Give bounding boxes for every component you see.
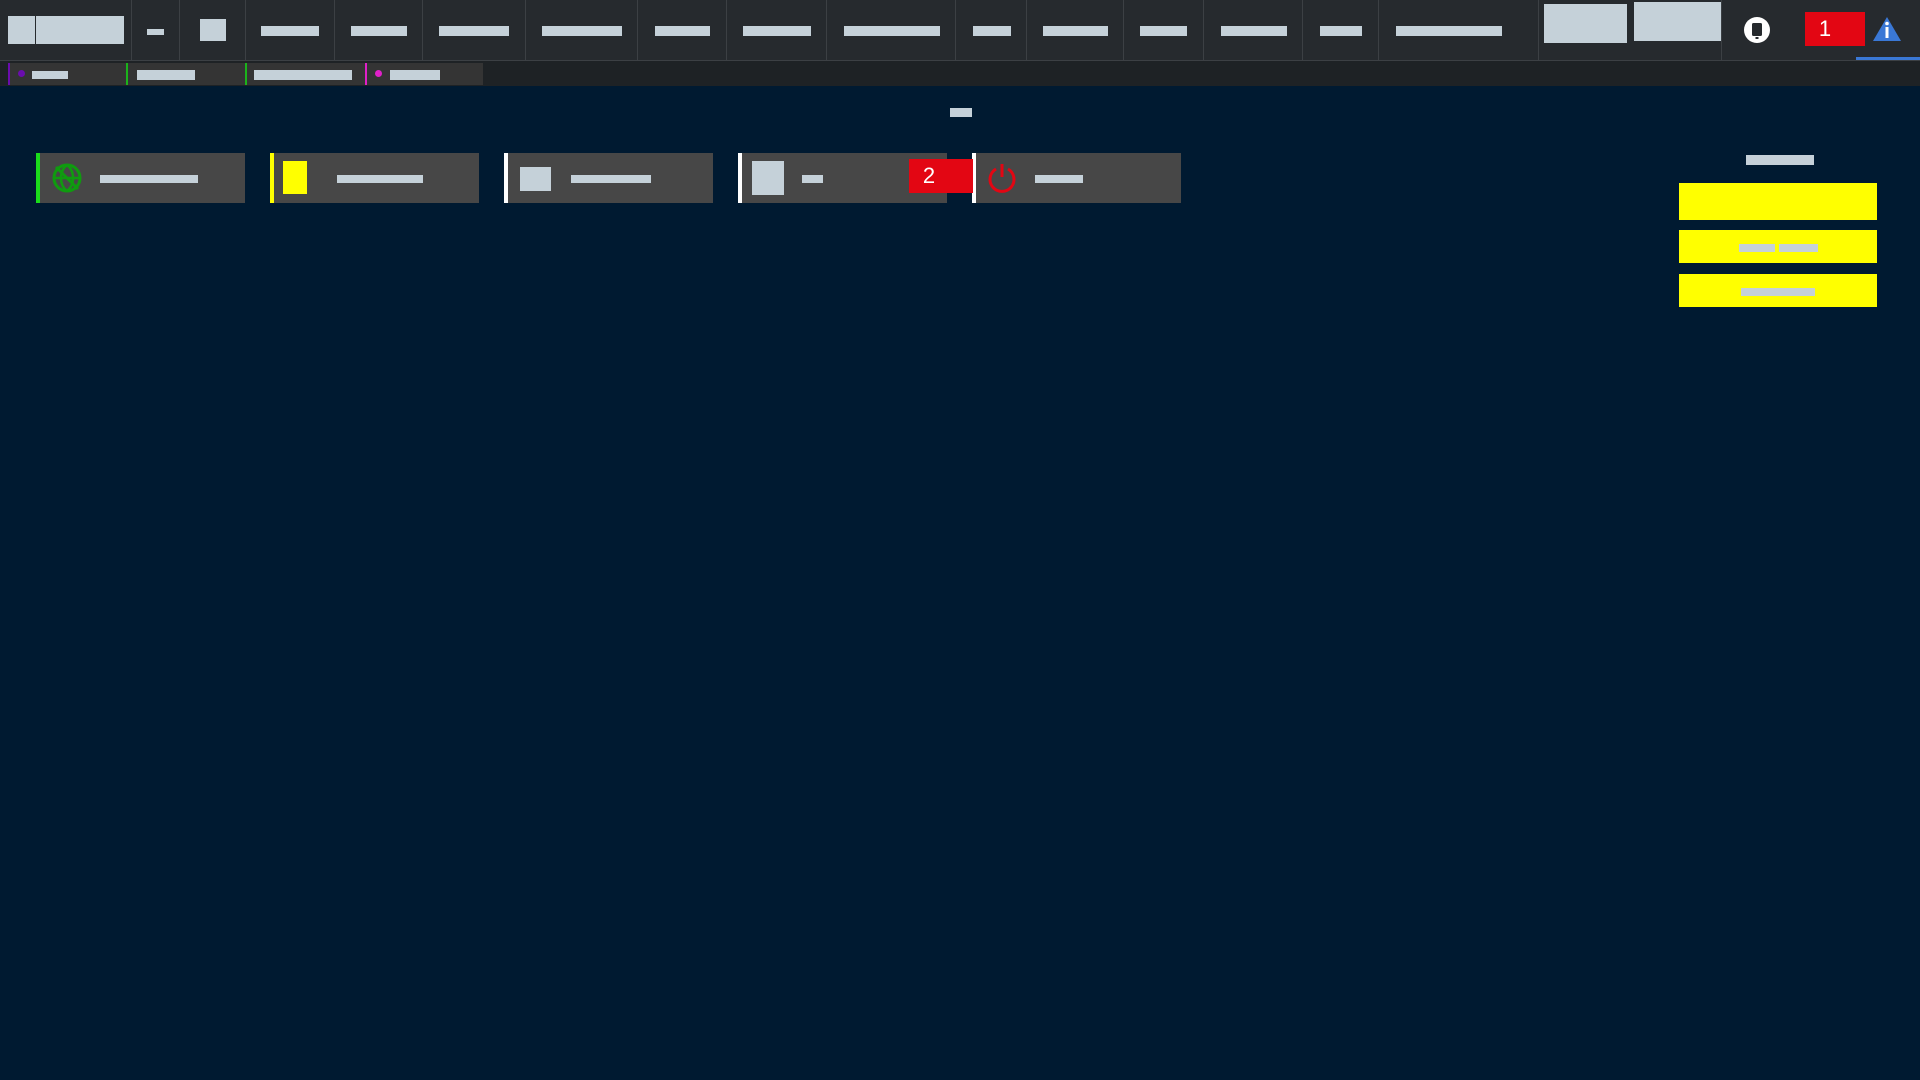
yellow-square-icon: [283, 161, 307, 194]
toolbar-menu-4[interactable]: [526, 0, 638, 60]
card-5[interactable]: [972, 153, 1181, 203]
menu-label: [1140, 26, 1187, 36]
toolbar-menu-1[interactable]: [246, 0, 335, 60]
toolbar-menu-7[interactable]: [827, 0, 956, 60]
app-title-block: [36, 16, 124, 44]
session-tab-label: [390, 70, 440, 80]
toolbar-menu-5[interactable]: [638, 0, 727, 60]
action-button-3[interactable]: [1679, 274, 1877, 307]
menu-label: [1043, 26, 1108, 36]
square-icon: [752, 161, 784, 195]
main-area: 2: [0, 86, 1920, 1080]
menu-label: [1221, 26, 1287, 36]
toolbar-menu-10[interactable]: [1124, 0, 1204, 60]
card-3[interactable]: [504, 153, 713, 203]
menu-label: [1320, 26, 1362, 36]
card-label: [802, 175, 823, 183]
action-button-1[interactable]: [1679, 183, 1877, 220]
action-button-2[interactable]: [1679, 230, 1877, 263]
status-dot-icon: [375, 70, 382, 77]
session-tab-1[interactable]: [8, 63, 126, 85]
menu-label: [1396, 26, 1502, 36]
action-label: [1779, 244, 1818, 252]
card-1[interactable]: [36, 153, 245, 203]
page-title-block: [950, 108, 972, 117]
session-strip: [0, 61, 1920, 86]
info-triangle-icon: [1873, 17, 1901, 41]
card-2[interactable]: [270, 153, 479, 203]
card-label: [337, 175, 423, 183]
toolbar-panel-b[interactable]: [1631, 0, 1722, 60]
session-tab-label: [254, 70, 352, 80]
toolbar-menu-8[interactable]: [956, 0, 1027, 60]
info-button[interactable]: [1856, 0, 1920, 60]
tile-view-button[interactable]: [180, 0, 246, 60]
menu-label: [743, 26, 811, 36]
toolbar-menu-6[interactable]: [727, 0, 827, 60]
top-toolbar: [0, 0, 1920, 61]
menu-label: [844, 26, 940, 36]
toolbar-menu-9[interactable]: [1027, 0, 1124, 60]
callout-number: 1: [1818, 16, 1832, 41]
panel-a-block: [1544, 4, 1627, 43]
minimize-icon: [147, 29, 164, 35]
toolbar-menu-13[interactable]: [1379, 0, 1539, 60]
minimize-button[interactable]: [132, 0, 180, 60]
card-label: [571, 175, 651, 183]
square-icon: [520, 167, 551, 191]
callout-marker-1: 1: [1805, 12, 1865, 46]
action-label: [1739, 244, 1775, 252]
menu-label: [261, 26, 319, 36]
menu-label: [439, 26, 509, 36]
toolbar-menu-2[interactable]: [335, 0, 423, 60]
mobile-device-icon: [1744, 17, 1770, 43]
card-label: [100, 175, 198, 183]
callout-number: 2: [922, 163, 936, 188]
menu-label: [351, 26, 407, 36]
toolbar-panel-a[interactable]: [1539, 0, 1631, 60]
action-label: [1741, 288, 1815, 296]
session-tab-4[interactable]: [365, 63, 483, 85]
callout-marker-2: 2: [909, 159, 973, 193]
session-tab-label: [137, 70, 195, 80]
card-label: [1035, 175, 1083, 183]
menu-label: [655, 26, 710, 36]
toolbar-menu-11[interactable]: [1204, 0, 1303, 60]
logo-icon: [8, 16, 35, 44]
globe-icon: [52, 163, 82, 193]
right-panel-title: [1746, 155, 1814, 165]
home-button[interactable]: [0, 0, 132, 60]
tile-icon: [200, 19, 226, 41]
power-icon: [988, 164, 1016, 193]
menu-label: [973, 26, 1011, 36]
session-tab-3[interactable]: [245, 63, 365, 85]
status-dot-icon: [18, 70, 25, 77]
panel-b-block: [1634, 2, 1721, 41]
toolbar-menu-12[interactable]: [1303, 0, 1379, 60]
session-tab-label: [32, 71, 68, 79]
device-button[interactable]: [1722, 0, 1792, 60]
toolbar-menu-3[interactable]: [423, 0, 526, 60]
menu-label: [542, 26, 622, 36]
session-tab-2[interactable]: [126, 63, 245, 85]
